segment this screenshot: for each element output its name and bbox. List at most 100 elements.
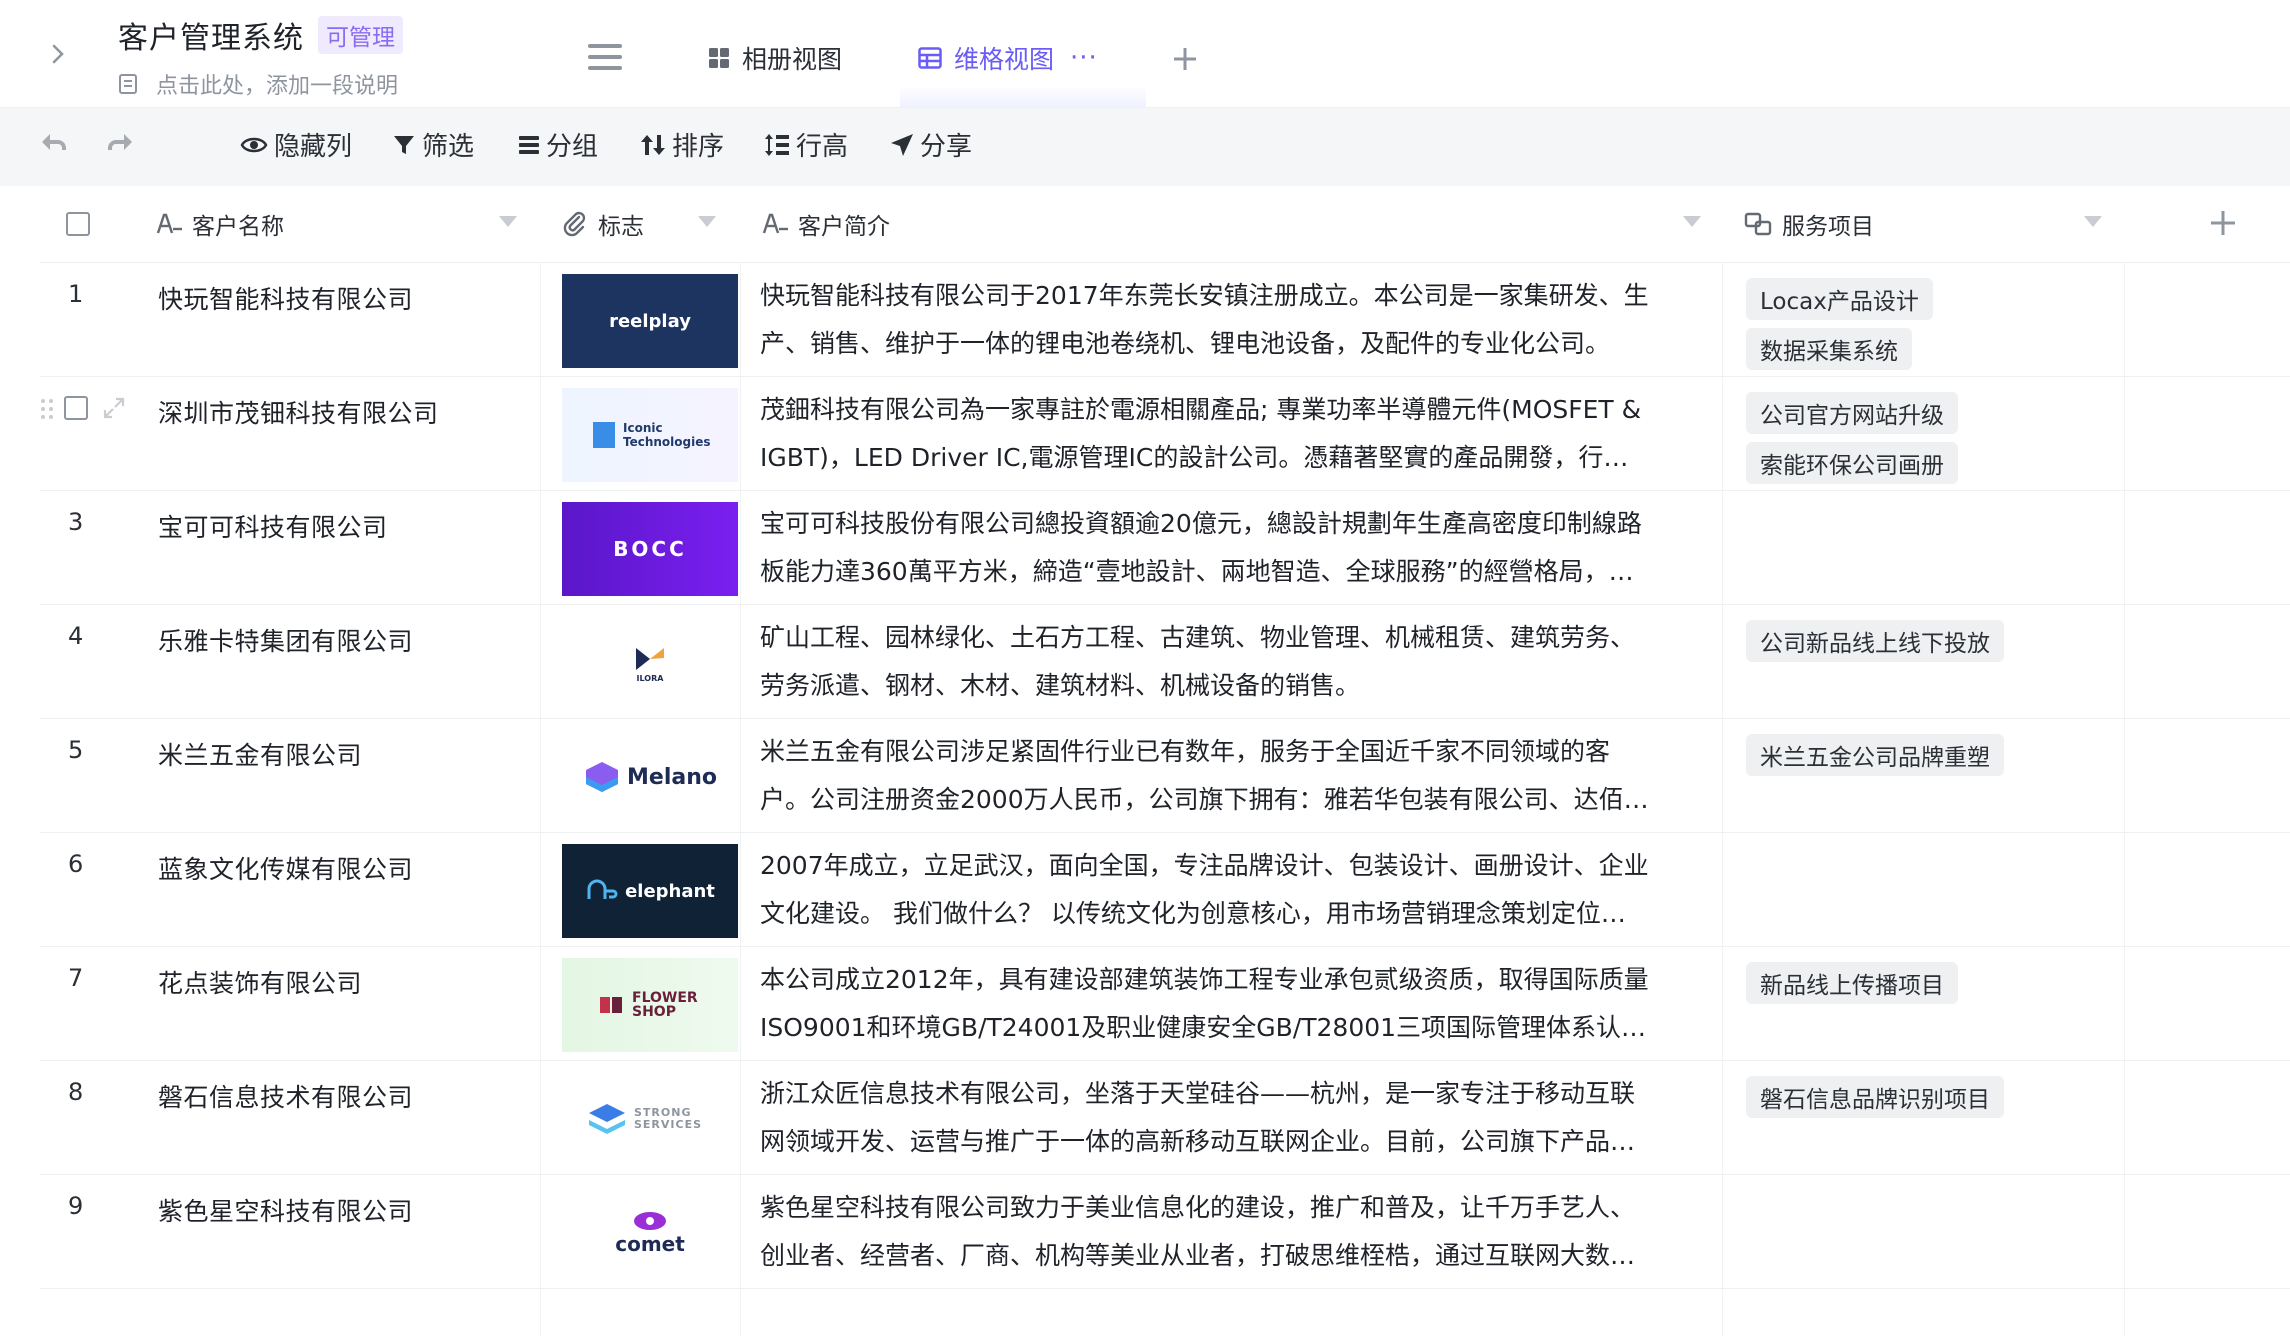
add-view-button[interactable] <box>1170 44 1200 74</box>
service-tag[interactable]: 索能环保公司画册 <box>1746 442 1958 484</box>
filter-label: 筛选 <box>422 132 475 162</box>
page-title[interactable]: 客户管理系统 <box>118 13 304 57</box>
logo-elephant-mark <box>587 879 618 899</box>
customer-name-cell[interactable]: 米兰五金有限公司 <box>158 736 362 772</box>
expand-sidebar-button[interactable] <box>44 40 72 68</box>
intro-cell[interactable]: 茂鈿科技有限公司為一家專註於電源相關產品; 專業功率半導體元件(MOSFET &… <box>760 386 1650 482</box>
column-logo-label: 标志 <box>598 214 644 240</box>
add-column-button[interactable] <box>2208 208 2238 238</box>
row-number: 7 <box>68 964 84 992</box>
logo-strong-mark <box>589 1104 625 1134</box>
description-row[interactable]: 点击此处，添加一段说明 <box>118 68 403 100</box>
intro-cell[interactable]: 浙江众匠信息技术有限公司，坐落于天堂硅谷——杭州，是一家专注于移动互联网领域开发… <box>760 1070 1650 1166</box>
description-placeholder[interactable]: 点击此处，添加一段说明 <box>156 68 398 100</box>
logo-strong-services: STRONG SERVICES <box>634 1106 703 1131</box>
column-header-logo[interactable]: 标志 <box>562 190 644 258</box>
row-height-button[interactable]: 行高 <box>764 126 848 163</box>
row-divider <box>40 490 2290 491</box>
column-header-name[interactable]: 客户名称 <box>156 190 284 258</box>
logo-melano: Melano <box>627 764 717 790</box>
service-tag[interactable]: 新品线上传播项目 <box>1746 962 1958 1004</box>
customer-name-cell[interactable]: 乐雅卡特集团有限公司 <box>158 622 413 658</box>
filter-button[interactable]: 筛选 <box>392 126 474 163</box>
logo-elephant: elephant <box>625 880 715 902</box>
column-header-intro[interactable]: 客户简介 <box>762 190 890 258</box>
logo-reelplay: reelplay <box>609 310 691 332</box>
group-button[interactable]: 分组 <box>518 126 598 163</box>
row-divider <box>40 604 2290 605</box>
share-label: 分享 <box>920 132 973 162</box>
logo-comet: comet <box>615 1232 685 1256</box>
logo-melano-mark <box>586 762 618 792</box>
row-height-label: 行高 <box>796 132 849 162</box>
logo-cell[interactable]: elephant <box>562 844 738 938</box>
customer-name-cell[interactable]: 磐石信息技术有限公司 <box>158 1078 413 1114</box>
logo-cell[interactable]: Iconic Technologies <box>562 388 738 482</box>
hide-columns-button[interactable]: 隐藏列 <box>240 126 352 163</box>
customer-name-cell[interactable]: 花点装饰有限公司 <box>158 964 362 1000</box>
service-tag[interactable]: 公司新品线上线下投放 <box>1746 620 2004 662</box>
row-checkbox[interactable] <box>64 396 88 420</box>
customer-name-cell[interactable]: 紫色星空科技有限公司 <box>158 1192 413 1228</box>
tab-gallery-view[interactable]: 相册视图 <box>708 40 842 76</box>
redo-button[interactable] <box>106 128 136 158</box>
menu-icon[interactable] <box>588 44 622 70</box>
chevron-right-icon <box>52 44 64 64</box>
text-field-icon <box>762 213 788 234</box>
logo-cell[interactable]: comet <box>562 1186 738 1280</box>
tab-grid-view[interactable]: 维格视图 ··· <box>918 40 1098 76</box>
row-divider <box>40 718 2290 719</box>
undo-icon <box>42 134 66 150</box>
column-name-label: 客户名称 <box>192 214 284 240</box>
select-all-checkbox[interactable] <box>66 212 90 236</box>
row-divider <box>40 946 2290 947</box>
logo-cell[interactable]: STRONG SERVICES <box>562 1072 738 1166</box>
view-more-button[interactable]: ··· <box>1070 43 1098 73</box>
logo-cell[interactable]: ILORA <box>562 616 738 710</box>
sort-button[interactable]: 排序 <box>640 126 724 163</box>
row-number: 4 <box>68 622 84 650</box>
column-menu-icon[interactable] <box>499 216 517 227</box>
logo-iconic: Iconic Technologies <box>623 421 711 449</box>
column-menu-icon[interactable] <box>698 216 716 227</box>
send-icon <box>891 133 913 156</box>
customer-name-cell[interactable]: 宝可可科技有限公司 <box>158 508 388 544</box>
customer-name-cell[interactable]: 蓝象文化传媒有限公司 <box>158 850 413 886</box>
intro-cell[interactable]: 快玩智能科技有限公司于2017年东莞长安镇注册成立。本公司是一家集研发、生产、销… <box>760 272 1650 368</box>
service-tag[interactable]: 公司官方网站升级 <box>1746 392 1958 434</box>
column-menu-icon[interactable] <box>1683 216 1701 227</box>
service-tag[interactable]: 数据采集系统 <box>1746 328 1912 370</box>
row-divider <box>40 376 2290 377</box>
service-tag[interactable]: Locax产品设计 <box>1746 278 1933 320</box>
permission-badge: 可管理 <box>318 16 403 54</box>
logo-cell[interactable]: FLOWER SHOP <box>562 958 738 1052</box>
active-tab-highlight <box>900 86 1146 108</box>
column-menu-icon[interactable] <box>2084 216 2102 227</box>
header: 客户管理系统 可管理 点击此处，添加一段说明 相册视图 维格视图 ··· <box>0 0 2290 108</box>
service-tag[interactable]: 磐石信息品牌识别项目 <box>1746 1076 2004 1118</box>
service-tag[interactable]: 米兰五金公司品牌重塑 <box>1746 734 2004 776</box>
customer-name-cell[interactable]: 深圳市茂钿科技有限公司 <box>158 394 439 430</box>
drag-handle-icon[interactable] <box>40 398 54 420</box>
column-header-services[interactable]: 服务项目 <box>1744 190 1874 258</box>
tab-grid-label: 维格视图 <box>954 45 1055 74</box>
group-label: 分组 <box>546 132 599 162</box>
expand-row-icon[interactable] <box>102 396 126 420</box>
intro-cell[interactable]: 本公司成立2012年，具有建设部建筑装饰工程专业承包贰级资质，取得国际质量ISO… <box>760 956 1650 1052</box>
eye-icon <box>240 137 268 152</box>
logo-cell[interactable]: Melano <box>562 730 738 824</box>
intro-cell[interactable]: 紫色星空科技有限公司致力于美业信息化的建设，推广和普及，让千万手艺人、创业者、经… <box>760 1184 1650 1280</box>
undo-button[interactable] <box>38 128 68 158</box>
intro-cell[interactable]: 矿山工程、园林绿化、土石方工程、古建筑、物业管理、机械租赁、建筑劳务、劳务派遣、… <box>760 614 1650 710</box>
share-button[interactable]: 分享 <box>890 126 972 163</box>
logo-comet-mark <box>634 1212 666 1230</box>
customer-name-cell[interactable]: 快玩智能科技有限公司 <box>158 280 413 316</box>
hide-columns-label: 隐藏列 <box>274 132 353 162</box>
logo-cell[interactable]: BOCC <box>562 502 738 596</box>
column-intro-label: 客户简介 <box>798 214 890 240</box>
intro-cell[interactable]: 宝可可科技股份有限公司總投資額逾20億元，總設計規劃年生產高密度印制線路板能力達… <box>760 500 1650 596</box>
intro-cell[interactable]: 2007年成立，立足武汉，面向全国，专注品牌设计、包装设计、画册设计、企业文化建… <box>760 842 1650 938</box>
intro-cell[interactable]: 米兰五金有限公司涉足紧固件行业已有数年，服务于全国近千家不同领域的客户。公司注册… <box>760 728 1650 824</box>
row-number: 5 <box>68 736 84 764</box>
logo-cell[interactable]: reelplay <box>562 274 738 368</box>
